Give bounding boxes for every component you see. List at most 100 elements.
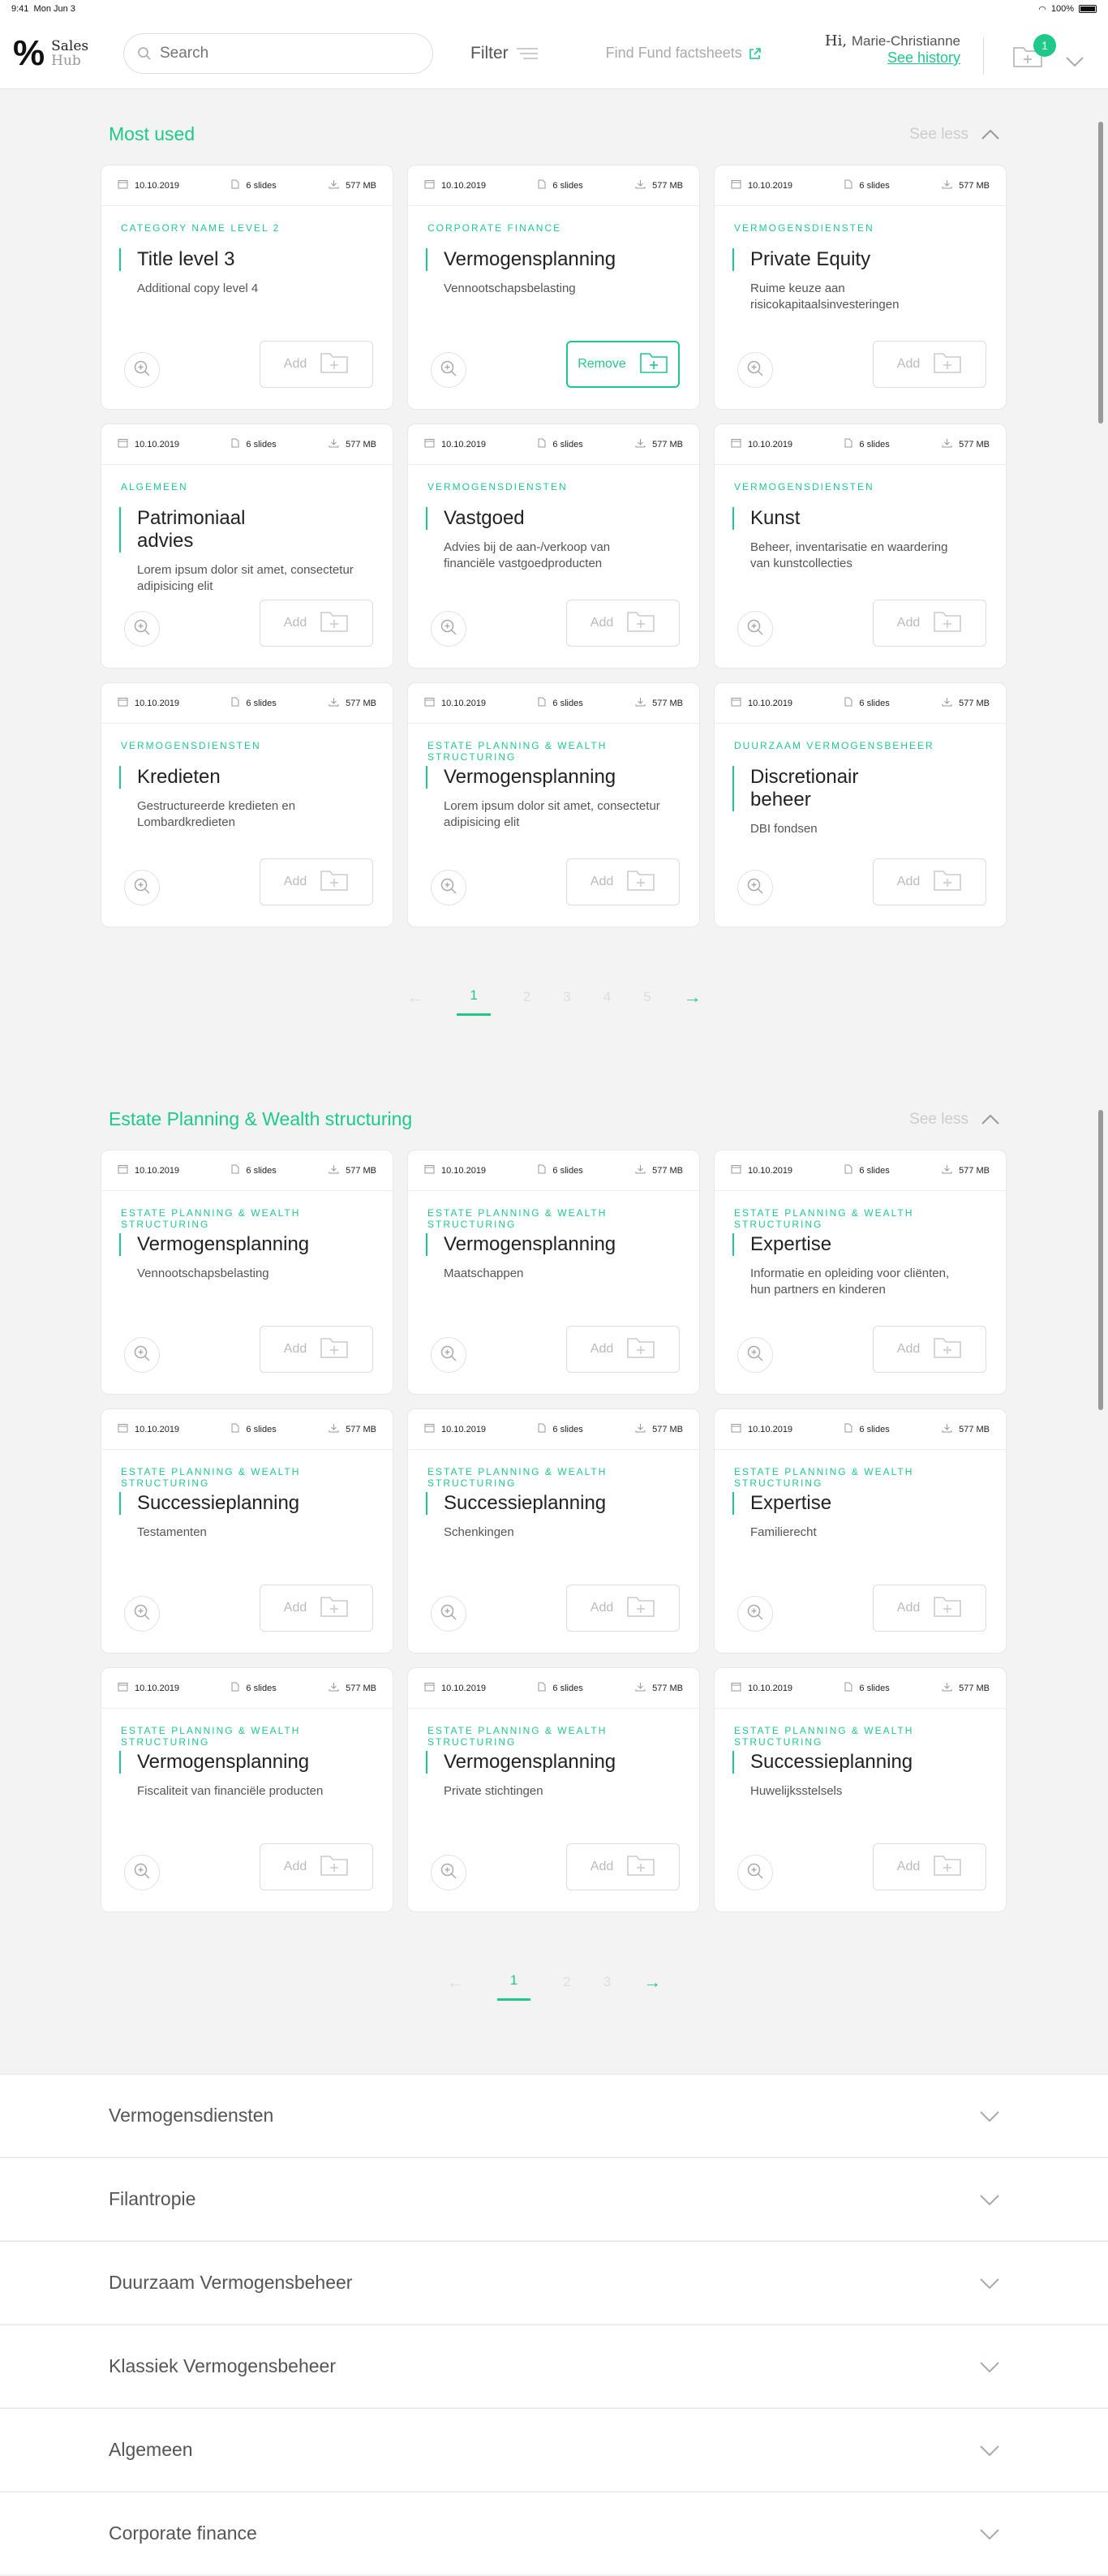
preview-button[interactable]	[124, 1337, 160, 1373]
preview-button[interactable]	[737, 1596, 773, 1632]
next-page-arrow-icon[interactable]: →	[643, 1972, 661, 1993]
presentation-card[interactable]: 10.10.2019 6 slides 577 MB Corporate Financ…	[407, 165, 700, 410]
add-button[interactable]: Add	[566, 1843, 680, 1890]
page-number[interactable]: 3	[603, 1974, 611, 1990]
filter-button[interactable]: Filter	[470, 44, 538, 63]
card-slides: 6 slides	[246, 1424, 277, 1434]
meta-item: 6 slides	[844, 179, 890, 191]
add-button[interactable]: Add	[260, 1326, 373, 1373]
add-button[interactable]: Add	[566, 1585, 680, 1632]
presentation-card[interactable]: 10.10.2019 6 slides 577 MB Algemeen Patrimon…	[101, 424, 393, 669]
preview-button[interactable]	[737, 1855, 773, 1890]
presentation-card[interactable]: 10.10.2019 6 slides 577 MB Estate Planning …	[407, 1408, 700, 1654]
presentation-card[interactable]: 10.10.2019 6 slides 577 MB Vermogensdienste…	[407, 424, 700, 669]
add-button[interactable]: Add	[873, 1585, 986, 1632]
preview-button[interactable]	[737, 352, 773, 388]
logo[interactable]: % Sales Hub	[13, 35, 110, 71]
preview-button[interactable]	[124, 352, 160, 388]
card-meta: 10.10.2019 6 slides 577 MB	[101, 1409, 393, 1450]
page-number[interactable]: 3	[563, 989, 570, 1005]
preview-button[interactable]	[124, 1596, 160, 1632]
card-category: Estate Planning & Wealth Structuring	[734, 1207, 914, 1230]
fund-factsheets-link[interactable]: Find Fund factsheets	[606, 45, 762, 62]
preview-button[interactable]	[431, 1596, 466, 1632]
add-button[interactable]: Add	[873, 341, 986, 388]
scrollbar-thumb[interactable]	[1098, 122, 1103, 424]
preview-button[interactable]	[737, 1337, 773, 1373]
card-title: Vermogensplanning	[426, 1233, 616, 1256]
accordion-row[interactable]: Duurzaam Vermogensbeheer	[0, 2241, 1108, 2324]
add-button[interactable]: Add	[873, 600, 986, 647]
card-title: Vermogensplanning	[426, 248, 616, 271]
preview-button[interactable]	[431, 1855, 466, 1890]
see-less-toggle[interactable]: See less	[909, 1111, 999, 1129]
accordion-label: Klassiek Vermogensbeheer	[109, 2355, 336, 2376]
card-description: Lorem ipsum dolor sit amet, consectetur …	[137, 563, 354, 593]
card-category: Estate Planning & Wealth Structuring	[121, 1466, 301, 1489]
prev-page-arrow-icon[interactable]: ←	[406, 987, 424, 1008]
chevron-down-icon[interactable]	[1066, 57, 1084, 67]
add-button[interactable]: Add	[873, 1326, 986, 1373]
prev-page-arrow-icon[interactable]: ←	[447, 1972, 465, 1993]
presentation-card[interactable]: 10.10.2019 6 slides 577 MB Duurzaam Vermoge…	[714, 682, 1007, 927]
card-meta: 10.10.2019 6 slides 577 MB	[408, 683, 699, 724]
preview-button[interactable]	[124, 611, 160, 647]
add-button[interactable]: Add	[260, 1843, 373, 1890]
see-less-toggle[interactable]: See less	[909, 126, 999, 144]
card-slides: 6 slides	[246, 180, 277, 191]
page-number[interactable]: 5	[643, 989, 651, 1005]
presentation-card[interactable]: 10.10.2019 6 slides 577 MB Estate Planning …	[101, 1667, 393, 1912]
preview-button[interactable]	[737, 611, 773, 647]
presentation-card[interactable]: 10.10.2019 6 slides 577 MB Estate Planning …	[714, 1150, 1007, 1395]
folder-plus-icon	[933, 869, 962, 896]
next-page-arrow-icon[interactable]: →	[684, 987, 702, 1008]
scrollbar-thumb[interactable]	[1098, 1110, 1103, 1410]
page-number[interactable]: 2	[563, 1974, 570, 1990]
page-current[interactable]: 1	[457, 987, 491, 1016]
accordion-row[interactable]: Algemeen	[0, 2408, 1108, 2491]
preview-button[interactable]	[124, 1855, 160, 1890]
presentation-card[interactable]: 10.10.2019 6 slides 577 MB Estate Planning …	[714, 1667, 1007, 1912]
page-number[interactable]: 4	[603, 989, 611, 1005]
search-input[interactable]	[160, 44, 403, 62]
accordion-row[interactable]: Klassiek Vermogensbeheer	[0, 2324, 1108, 2407]
preview-button[interactable]	[124, 870, 160, 905]
add-button[interactable]: Add	[260, 1585, 373, 1632]
presentation-card[interactable]: 10.10.2019 6 slides 577 MB Vermogensdienste…	[101, 682, 393, 927]
add-button[interactable]: Add	[566, 600, 680, 647]
card-title: Vermogensplanning	[119, 1233, 309, 1256]
page-current[interactable]: 1	[496, 1972, 531, 2001]
presentation-card[interactable]: 10.10.2019 6 slides 577 MB Vermogensdienste…	[714, 165, 1007, 410]
preview-button[interactable]	[431, 611, 466, 647]
accordion-row[interactable]: Vermogensdiensten	[0, 2074, 1108, 2157]
add-button[interactable]: Add	[260, 858, 373, 905]
add-button[interactable]: Add	[566, 1326, 680, 1373]
presentation-card[interactable]: 10.10.2019 6 slides 577 MB Estate Planning …	[101, 1408, 393, 1654]
presentation-card[interactable]: 10.10.2019 6 slides 577 MB Category name le…	[101, 165, 393, 410]
preview-button[interactable]	[431, 352, 466, 388]
page-number[interactable]: 2	[523, 989, 530, 1005]
meta-item: 6 slides	[538, 438, 583, 450]
remove-button[interactable]: Remove	[566, 341, 680, 388]
add-button[interactable]: Add	[873, 858, 986, 905]
presentation-card[interactable]: 10.10.2019 6 slides 577 MB Estate Planning …	[407, 682, 700, 927]
add-button[interactable]: Add	[873, 1843, 986, 1890]
presentation-card[interactable]: 10.10.2019 6 slides 577 MB Vermogensdienste…	[714, 424, 1007, 669]
calendar-icon	[731, 179, 741, 191]
preview-button[interactable]	[737, 870, 773, 905]
accordion-row[interactable]: Filantropie	[0, 2157, 1108, 2240]
add-button[interactable]: Add	[260, 341, 373, 388]
folder-plus-icon	[626, 1595, 655, 1622]
accordion-row[interactable]: Corporate finance	[0, 2492, 1108, 2574]
presentation-card[interactable]: 10.10.2019 6 slides 577 MB Estate Planning …	[714, 1408, 1007, 1654]
add-button[interactable]: Add	[566, 858, 680, 905]
presentation-card[interactable]: 10.10.2019 6 slides 577 MB Estate Planning …	[407, 1667, 700, 1912]
see-history-link[interactable]: See history	[814, 49, 960, 67]
search-box[interactable]	[123, 32, 433, 74]
presentation-card[interactable]: 10.10.2019 6 slides 577 MB Estate Planning …	[101, 1150, 393, 1395]
preview-button[interactable]	[431, 870, 466, 905]
add-button[interactable]: Add	[260, 600, 373, 647]
presentation-card[interactable]: 10.10.2019 6 slides 577 MB Estate Planning …	[407, 1150, 700, 1395]
preview-button[interactable]	[431, 1337, 466, 1373]
folder-plus-icon	[320, 1854, 349, 1881]
